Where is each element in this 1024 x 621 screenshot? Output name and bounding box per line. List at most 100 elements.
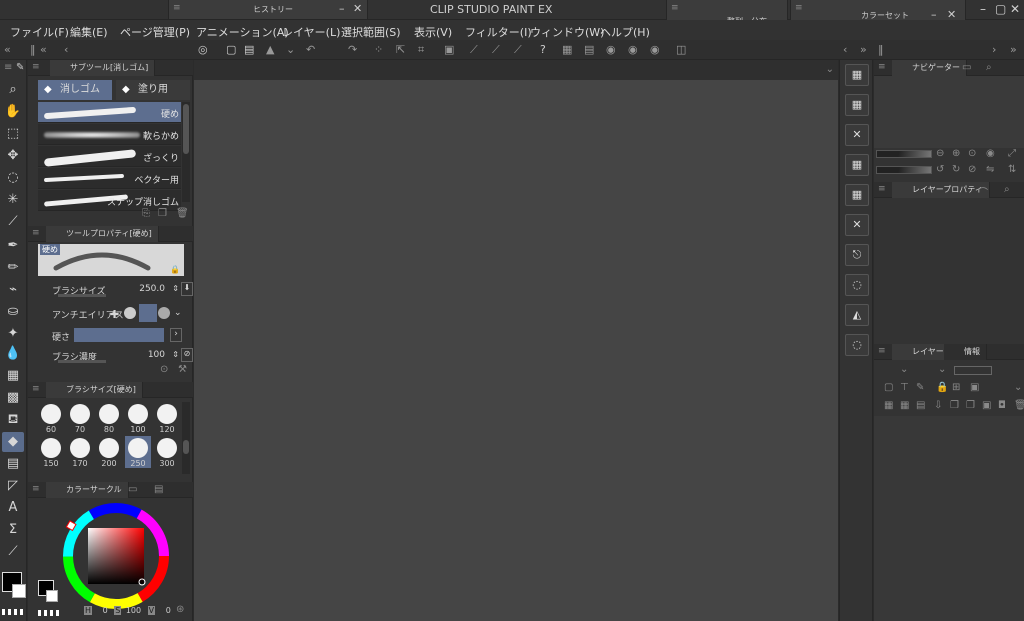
save-icon[interactable]: ▲ [266, 43, 274, 56]
brush-tool-icon[interactable]: ⌁ [2, 280, 24, 300]
chevron-left-icon[interactable]: ‹ [843, 43, 847, 56]
menu-file[interactable]: ファイル(F) [10, 24, 69, 40]
gradient-tool-icon[interactable]: ▩ [2, 388, 24, 408]
color-mode-icon[interactable]: ⊛ [176, 604, 184, 615]
clip-studio-icon[interactable]: ◎ [198, 43, 208, 56]
grip-icon[interactable]: ≡ [173, 3, 181, 13]
eyedropper-icon[interactable]: ⟋ [2, 212, 24, 232]
page-icon[interactable]: ▦ [845, 94, 869, 116]
canvas-area[interactable] [194, 80, 838, 621]
search-tab-icon[interactable]: ⌕ [1004, 184, 1010, 195]
auto-select-icon[interactable]: ✳ [2, 190, 24, 210]
brush-item[interactable]: 硬め [38, 102, 181, 123]
antialias-none-icon[interactable]: ✚ [110, 308, 119, 321]
spin-icon[interactable]: ⇕ [172, 284, 179, 293]
grip-icon[interactable]: ≡ [878, 184, 886, 194]
sub-color-swatch[interactable] [12, 584, 26, 598]
chevron-right-icon[interactable]: › [992, 43, 996, 56]
settings-icon[interactable]: ⊙ [160, 364, 168, 375]
grip-icon[interactable]: ≡ [878, 346, 886, 356]
opacity-field[interactable] [954, 366, 992, 375]
grip-icon[interactable]: ≡ [4, 62, 12, 73]
new-folder-icon[interactable]: ▤ [916, 400, 925, 411]
grip-icon[interactable]: ≡ [32, 228, 40, 238]
hand-tool-icon[interactable]: ✋ [2, 102, 24, 122]
color-circle-title[interactable]: カラーサークル [46, 482, 129, 498]
history-float-tab[interactable]: ≡ ヒストリー – ✕ [168, 0, 368, 20]
color-wheel[interactable] [60, 500, 172, 612]
chevron-left-icon[interactable]: ‹ [64, 43, 68, 56]
brush-size-item[interactable]: 60 [38, 402, 64, 434]
trash-icon[interactable]: 🗑 [176, 208, 189, 219]
chevron-down-icon[interactable]: ⌄ [286, 43, 295, 56]
move-tool-icon[interactable]: ✥ [2, 146, 24, 166]
subtool-tab-fill[interactable]: ◆ 塗り用 [116, 80, 190, 100]
subtool-panel-title[interactable]: サブツール[消しゴム] [50, 60, 156, 76]
clear-selection-icon[interactable]: ⁘ [374, 43, 383, 56]
snap-icon[interactable]: ◉ [606, 43, 616, 56]
ruler-icon[interactable]: ⟋ [492, 43, 500, 57]
snap-icon[interactable]: ◉ [628, 43, 638, 56]
rotate-slider[interactable] [876, 166, 932, 174]
balloon-tool-icon[interactable]: ⵉ [2, 520, 24, 540]
menu-window[interactable]: ウィンドウ(W) [530, 24, 604, 40]
lock-icon[interactable]: 🔒 [170, 265, 180, 274]
layer-title[interactable]: レイヤー [892, 344, 951, 360]
rotate-right-icon[interactable]: ↻ [952, 164, 960, 175]
collapse-right-icon[interactable]: » [1010, 43, 1017, 56]
draft-icon[interactable]: ✎ [916, 382, 924, 393]
object-tool-icon[interactable]: ⬚ [2, 124, 24, 144]
frame-icon[interactable]: ◫ [676, 43, 686, 56]
menu-filter[interactable]: フィルター(I) [465, 24, 532, 40]
duplicate-icon[interactable]: ❐ [158, 208, 167, 219]
flip-horizontal-icon[interactable]: ⇋ [986, 164, 994, 175]
trash-icon[interactable]: 🗑 [1014, 400, 1024, 411]
menu-edit[interactable]: 編集(E) [70, 24, 108, 40]
chevron-down-icon[interactable]: ⌄ [174, 308, 182, 318]
brush-density-value[interactable]: 100 [148, 350, 165, 360]
fill-tool-icon[interactable]: ⛾ [2, 410, 24, 430]
apply-mask-icon[interactable]: ◘ [998, 400, 1006, 411]
rotate-left-icon[interactable]: ↺ [936, 164, 944, 175]
eraser-tool-icon[interactable]: ◆ [2, 432, 24, 452]
frame-tool-icon[interactable]: ▤ [2, 454, 24, 474]
scrollbar[interactable] [182, 402, 190, 474]
page-icon[interactable]: ▦ [845, 184, 869, 206]
brush-density-slider[interactable] [58, 360, 106, 363]
window-minimize-icon[interactable]: – [980, 2, 986, 16]
close-page-icon[interactable]: ✕ [845, 124, 869, 146]
menu-animation[interactable]: アニメーション(A) [196, 24, 289, 40]
view-icon[interactable]: ◭ [845, 304, 869, 326]
ruler-icon[interactable]: ⟋ [514, 43, 522, 57]
antialias-strong-icon[interactable] [158, 307, 170, 319]
layer-icon[interactable]: ▦ [562, 43, 572, 56]
combine-icon[interactable]: ❐ [950, 400, 959, 411]
transparent-color-icon[interactable] [38, 610, 62, 616]
mask-icon[interactable]: ▣ [982, 400, 991, 411]
pencil-tool-icon[interactable]: ✏ [2, 258, 24, 278]
open-icon[interactable]: ▤ [244, 43, 254, 56]
close-icon[interactable]: ✕ [353, 2, 362, 15]
navigator-title[interactable]: ナビゲーター [892, 60, 967, 76]
pen-icon[interactable]: ✎ [16, 62, 24, 73]
crop-icon[interactable]: ⌗ [418, 43, 424, 57]
grip-icon[interactable]: ‖ [878, 43, 884, 56]
copy-icon[interactable]: ⎘ [142, 208, 150, 219]
brush-size-item[interactable]: 300 [154, 436, 180, 468]
ruler-tool-icon[interactable]: ◸ [2, 476, 24, 496]
brush-density-row[interactable]: ブラシ濃度 100 ⇕ ⊘ [38, 346, 193, 366]
grip-icon[interactable]: ≡ [32, 62, 40, 72]
line-tool-icon[interactable]: ⟋ [2, 542, 24, 562]
flip-vertical-icon[interactable]: ⇅ [1008, 164, 1016, 175]
reference-icon[interactable]: ⊤ [900, 382, 909, 393]
transparent-color-icon[interactable] [2, 609, 26, 615]
new-raster-layer-icon[interactable]: ▦ [884, 400, 893, 411]
antialias-medium-icon[interactable] [139, 304, 157, 322]
brush-size-item[interactable]: 120 [154, 402, 180, 434]
brush-size-item-selected[interactable]: 250 [125, 436, 151, 468]
color-history-tab-icon[interactable]: ▤ [154, 484, 163, 495]
pressure-icon[interactable]: ⬇ [181, 282, 193, 296]
grip-icon[interactable]: ≡ [878, 62, 886, 72]
zoom-slider[interactable] [876, 150, 932, 158]
new-vector-layer-icon[interactable]: ▦ [900, 400, 909, 411]
